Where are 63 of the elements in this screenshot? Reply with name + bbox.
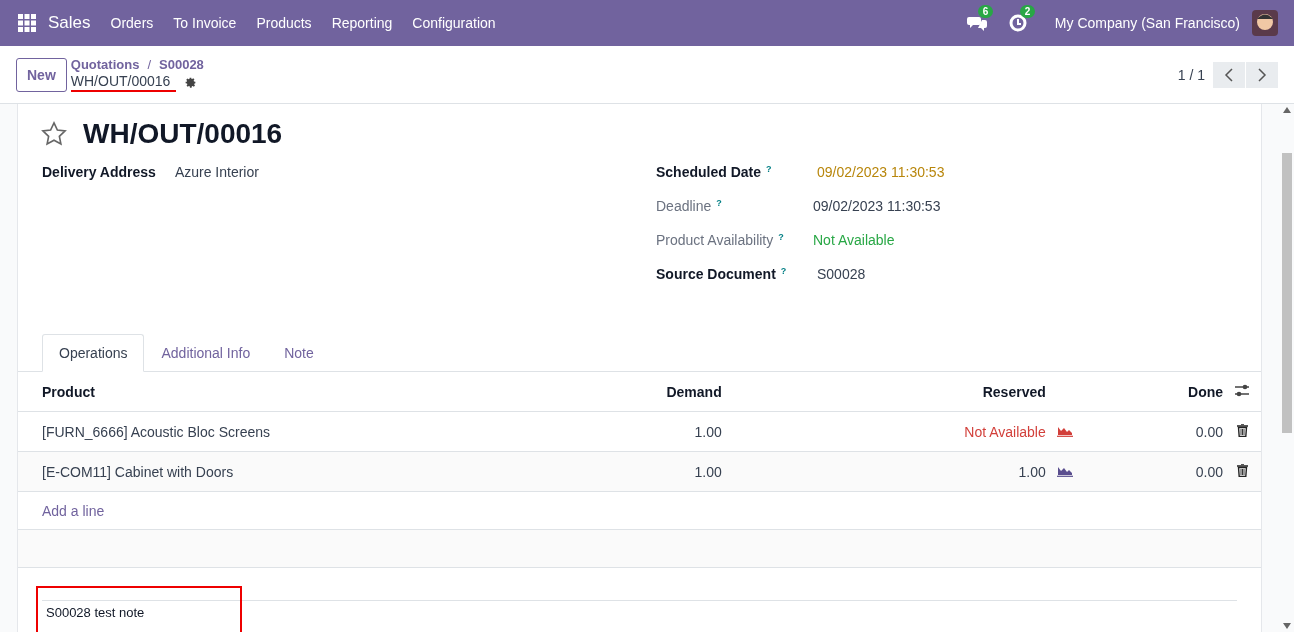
settings-icon[interactable] (184, 76, 198, 89)
column-header[interactable]: Demand (502, 372, 722, 412)
chevron-left-icon (1224, 66, 1234, 83)
menu-item[interactable]: Configuration (412, 15, 496, 31)
star-icon[interactable] (40, 120, 68, 148)
tab[interactable]: Additional Info (144, 334, 268, 372)
field-label: Delivery Address (42, 164, 156, 180)
demand-cell: 1.00 (502, 411, 722, 452)
note-text: S00028 test note (45, 604, 146, 620)
done-cell: 0.00 (1083, 411, 1223, 452)
column-header[interactable]: Product (18, 372, 502, 412)
menu-item[interactable]: Orders (110, 15, 154, 31)
help-tooltip-icon[interactable]: ? (716, 198, 722, 208)
breadcrumb-separator: / (147, 57, 152, 72)
delete-icon[interactable] (1236, 423, 1248, 437)
field-value[interactable]: 09/02/2023 11:30:53 (813, 198, 941, 214)
breadcrumb-link[interactable]: Quotations (70, 57, 140, 72)
product-cell[interactable]: [E-COM11] Cabinet with Doors (18, 451, 502, 492)
field-value[interactable]: Not Available (813, 232, 895, 248)
reserved-cell: Not Available (721, 411, 1046, 452)
column-settings-icon[interactable] (1235, 383, 1249, 397)
message-count-badge: 6 (977, 5, 994, 18)
demand-cell: 1.00 (502, 451, 722, 492)
column-header[interactable]: Done (1083, 372, 1223, 412)
field-label: Scheduled Date (656, 164, 762, 180)
column-header[interactable]: Reserved (721, 372, 1046, 412)
help-tooltip-icon[interactable]: ? (766, 164, 772, 174)
tab[interactable]: Note (267, 334, 331, 372)
scrollbar-thumb[interactable] (1282, 153, 1292, 433)
current-record-name: WH/OUT/00016 (70, 73, 177, 92)
menu-item[interactable]: To Invoice (173, 15, 237, 31)
activity-count-badge: 2 (1019, 5, 1036, 18)
done-cell: 0.00 (1083, 451, 1223, 492)
scroll-up-arrow-icon[interactable] (1283, 107, 1291, 113)
help-tooltip-icon[interactable]: ? (780, 266, 787, 276)
field-value[interactable]: Azure Interior (174, 164, 259, 180)
field-label: Deadline (656, 198, 712, 214)
field-label: Source Document (656, 266, 776, 282)
clock-icon[interactable] (1008, 14, 1027, 32)
add-line-link[interactable]: Add a line (42, 502, 105, 519)
avatar-icon[interactable] (1252, 10, 1278, 36)
reserved-cell: 1.00 (721, 451, 1046, 492)
tab[interactable]: Operations (42, 334, 145, 372)
menu-item[interactable]: Products (256, 15, 312, 31)
pager-counter: 1 / 1 (1177, 66, 1205, 83)
field-value[interactable]: S00028 (817, 266, 866, 282)
scroll-down-arrow-icon[interactable] (1283, 623, 1291, 629)
chevron-right-icon (1257, 66, 1267, 83)
company-switcher[interactable]: My Company (San Francisco) (1054, 15, 1240, 31)
breadcrumb-link[interactable]: S00028 (159, 57, 204, 72)
app-name[interactable]: Sales (48, 13, 91, 33)
delete-icon[interactable] (1236, 463, 1248, 477)
field-label: Product Availability (656, 232, 774, 248)
new-button[interactable]: New (16, 57, 67, 92)
menu-item[interactable]: Reporting (331, 15, 393, 31)
app-grid-icon[interactable] (18, 14, 36, 32)
previous-button[interactable] (1213, 61, 1245, 88)
next-button[interactable] (1246, 61, 1278, 88)
field-value[interactable]: 09/02/2023 11:30:53 (817, 164, 945, 180)
product-cell[interactable]: [FURN_6666] Acoustic Bloc Screens (18, 411, 502, 452)
record-title: WH/OUT/00016 (83, 118, 283, 150)
chat-icon[interactable] (966, 14, 987, 32)
help-tooltip-icon[interactable]: ? (778, 232, 784, 242)
